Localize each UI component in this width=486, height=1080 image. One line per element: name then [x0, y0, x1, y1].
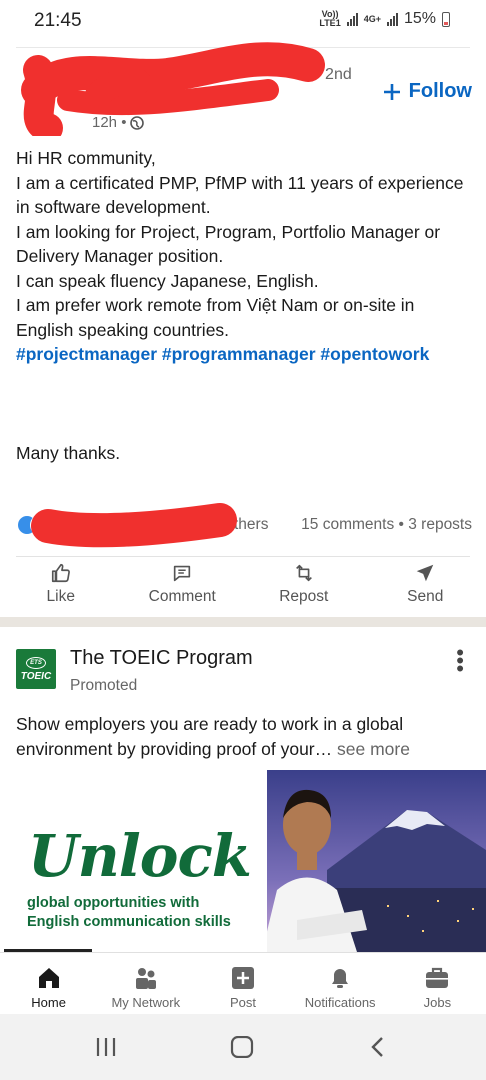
- comment-label: Comment: [148, 588, 216, 605]
- nav-home[interactable]: Home: [1, 953, 97, 1015]
- signal-icon: [346, 12, 358, 26]
- network-type: 4G+: [363, 13, 381, 24]
- body-line: Hi HR community,: [16, 148, 156, 168]
- banner-subtitle: global opportunities with English commun…: [27, 894, 231, 932]
- nav-notifications[interactable]: Notifications: [292, 953, 388, 1015]
- back-icon[interactable]: [368, 1036, 388, 1058]
- closing-line: Many thanks.: [16, 443, 121, 463]
- banner-subtitle-line: global opportunities with: [27, 895, 200, 911]
- volte-indicator: Vo)) LTE1: [319, 9, 341, 28]
- post-actions: Like Comment Repost Send: [0, 562, 486, 612]
- banner-photo: [267, 770, 486, 952]
- comment-icon: [174, 565, 191, 582]
- nav-label: Notifications: [304, 995, 376, 1010]
- body-line: I am prefer work remote from Việt Nam or…: [16, 295, 415, 340]
- promoted-label: Promoted: [70, 677, 138, 694]
- nav-label: Jobs: [423, 995, 452, 1010]
- nav-label: Home: [31, 995, 66, 1010]
- logo-text: TOEIC: [20, 670, 52, 682]
- feed-separator: [0, 617, 486, 627]
- hashtags[interactable]: #projectmanager #programmanager #opentow…: [16, 342, 472, 367]
- like-icon: [51, 563, 70, 583]
- system-nav-bar: [0, 1014, 486, 1080]
- plus-icon: [383, 83, 400, 100]
- like-button[interactable]: Like: [6, 562, 116, 612]
- advertiser-name[interactable]: The TOEIC Program: [70, 647, 253, 670]
- ad-text: Show employers you are ready to work in …: [16, 712, 476, 762]
- home-icon: [38, 968, 59, 988]
- banner-subtitle-line: English communication skills: [27, 914, 231, 930]
- post-icon: [231, 967, 254, 989]
- more-options-icon[interactable]: • • •: [456, 642, 464, 680]
- toeic-logo[interactable]: ETS TOEIC: [16, 649, 56, 689]
- nav-jobs[interactable]: Jobs: [389, 953, 485, 1015]
- bell-icon: [332, 969, 349, 988]
- battery-percent: 15%: [403, 10, 436, 27]
- send-label: Send: [407, 588, 444, 605]
- ets-badge: ETS: [26, 656, 46, 669]
- redaction-scribble: [31, 503, 237, 548]
- nav-label: My Network: [111, 995, 181, 1010]
- comment-repost-counts[interactable]: 15 comments • 3 reposts: [301, 516, 472, 534]
- divider: [16, 556, 470, 557]
- follow-label: Follow: [408, 80, 472, 102]
- status-bar: 21:45 Vo)) LTE1 4G+ 15%: [0, 0, 486, 44]
- body-line: I am looking for Project, Program, Portf…: [16, 221, 441, 267]
- repost-icon: [295, 564, 312, 582]
- body-line: I can speak fluency Japanese, English.: [16, 270, 319, 291]
- see-more-link[interactable]: see more: [337, 739, 410, 759]
- network-icon: [135, 968, 156, 989]
- home-button-icon[interactable]: [229, 1036, 255, 1058]
- send-icon: [417, 564, 434, 582]
- bottom-nav: Home My Network Post Notifications Jobs: [0, 952, 486, 1015]
- nav-my-network[interactable]: My Network: [98, 953, 194, 1015]
- repost-button[interactable]: Repost: [249, 562, 359, 612]
- battery-icon: [442, 11, 450, 27]
- nav-label: Post: [229, 995, 256, 1010]
- post-body: Hi HR community, I am a certificated PMP…: [16, 146, 472, 367]
- banner-title: Unlock: [28, 822, 252, 890]
- follow-button[interactable]: Follow: [383, 80, 472, 103]
- briefcase-icon: [426, 967, 449, 988]
- send-button[interactable]: Send: [370, 562, 480, 612]
- body-line: I am a certificated PMP, PfMP with 11 ye…: [16, 172, 464, 218]
- nav-post[interactable]: Post: [195, 953, 291, 1015]
- system-indicators: Vo)) LTE1 4G+ 15%: [319, 10, 450, 28]
- clock: 21:45: [34, 10, 82, 31]
- ad-banner[interactable]: Unlock global opportunities with English…: [0, 770, 486, 952]
- repost-label: Repost: [279, 588, 329, 605]
- like-label: Like: [46, 588, 75, 605]
- redaction-scribble: [21, 42, 325, 136]
- comment-button[interactable]: Comment: [127, 562, 237, 612]
- recent-apps-icon[interactable]: [94, 1036, 118, 1058]
- signal-icon-2: [386, 12, 398, 26]
